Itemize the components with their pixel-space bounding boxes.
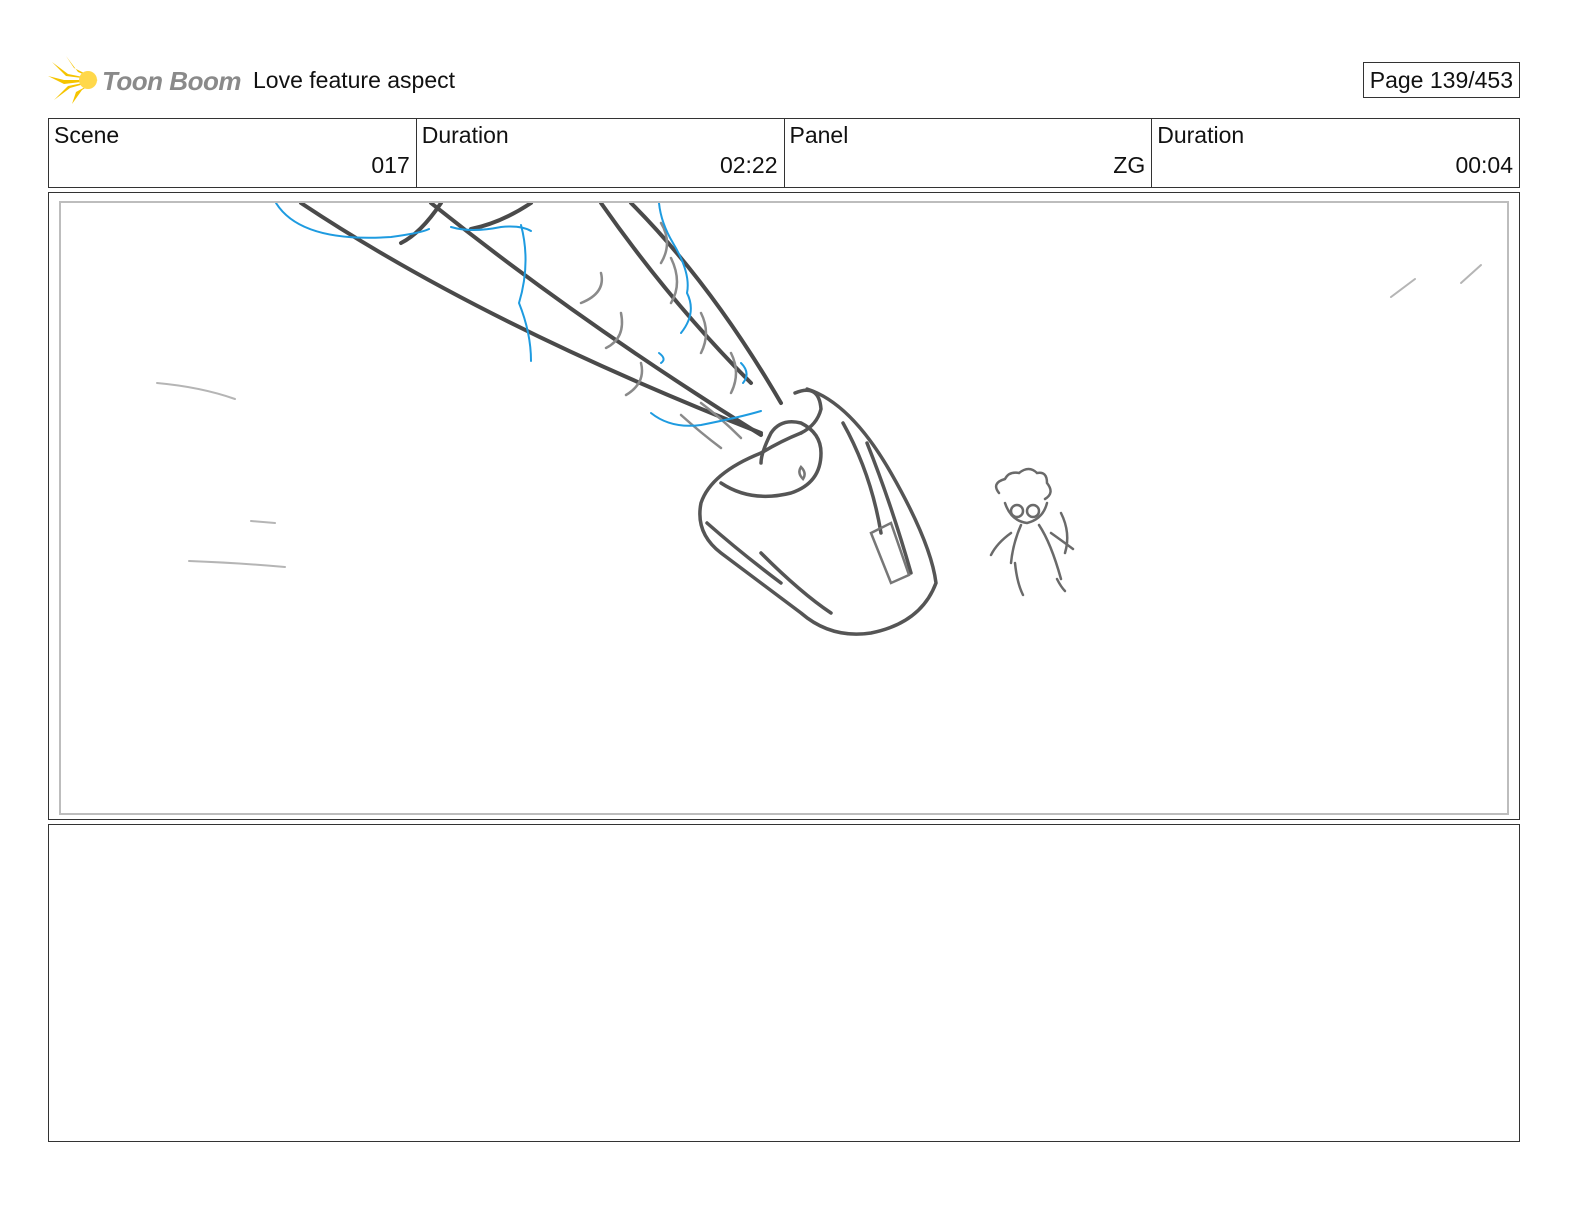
scene-label: Scene bbox=[54, 122, 120, 148]
scene-value: 017 bbox=[371, 152, 410, 178]
project-title: Love feature aspect bbox=[253, 67, 456, 93]
scene-duration-value: 02:22 bbox=[719, 152, 778, 178]
logo-wordmark: Toon Boom bbox=[102, 66, 241, 96]
scene-duration-cell: Duration 02:22 bbox=[417, 119, 785, 187]
page-header: Toon Boom Love feature aspect Page 139/4… bbox=[48, 52, 1520, 108]
panel-sketch bbox=[156, 203, 1482, 636]
panel-duration-cell: Duration 00:04 bbox=[1152, 119, 1519, 187]
panel-notes-area bbox=[48, 824, 1520, 1142]
panel-duration-value: 00:04 bbox=[1455, 152, 1513, 178]
panel-duration-label: Duration bbox=[1157, 122, 1245, 148]
panel-info-table: Scene 017 Duration 02:22 Panel ZG Durati… bbox=[48, 118, 1520, 188]
page-number-box: Page 139/453 bbox=[1362, 62, 1520, 98]
scene-duration-label: Duration bbox=[421, 122, 509, 148]
starburst-icon bbox=[48, 56, 98, 104]
storyboard-panel-frame bbox=[48, 192, 1520, 820]
scene-cell: Scene 017 bbox=[49, 119, 417, 187]
toon-boom-logo: Toon Boom bbox=[48, 54, 243, 106]
panel-label: Panel bbox=[789, 122, 849, 148]
panel-value: ZG bbox=[1113, 152, 1146, 178]
storyboard-image bbox=[59, 201, 1509, 815]
panel-cell: Panel ZG bbox=[785, 119, 1153, 187]
